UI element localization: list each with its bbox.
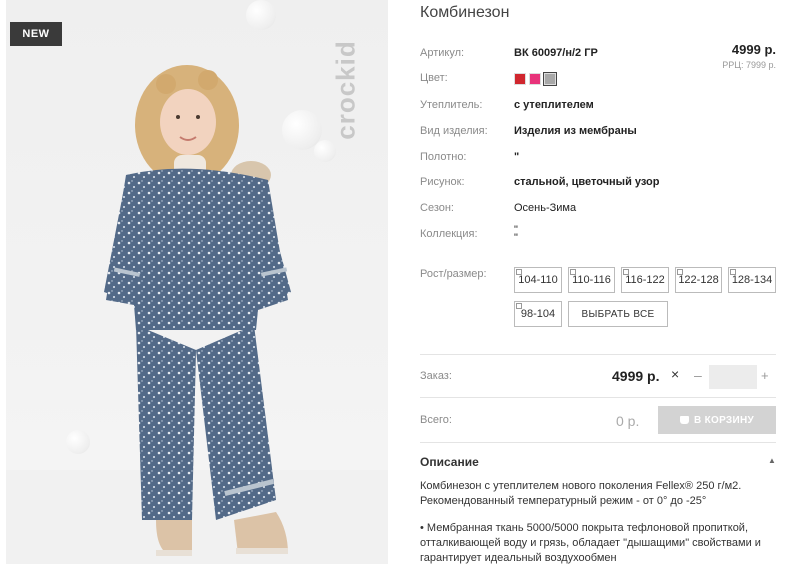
attr-value-collection: " ": [514, 224, 518, 244]
size-option-label: 110-116: [572, 274, 611, 286]
attr-label-product-type: Вид изделия:: [420, 125, 488, 137]
attr-label-fabric: Полотно:: [420, 151, 467, 163]
product-photo[interactable]: NEW crockid: [6, 0, 388, 564]
color-swatch-red[interactable]: [514, 73, 526, 85]
add-to-cart-label: В КОРЗИНУ: [693, 414, 754, 426]
description-line: • Мембранная ткань 5000/5000 покрыта теф…: [420, 522, 749, 534]
size-option-label: 128-134: [731, 274, 773, 286]
attr-label-collection: Коллекция:: [420, 228, 478, 240]
attr-value-fabric: ": [514, 151, 520, 163]
new-badge: NEW: [10, 22, 62, 46]
size-image-icon: [677, 269, 683, 275]
quantity-input[interactable]: [709, 365, 757, 389]
sizes-label: Рост/размер:: [420, 268, 487, 280]
collapse-arrow-icon[interactable]: ▲: [768, 456, 776, 465]
description-line: Рекомендованный температурный режим - от…: [420, 495, 707, 507]
attr-value-product-type: Изделия из мембраны: [514, 125, 637, 137]
attr-value-insulation: с утеплителем: [514, 99, 594, 111]
size-option-label: 98-104: [520, 308, 556, 320]
attr-label-article: Артикул:: [420, 47, 465, 59]
cart-icon: [679, 416, 689, 424]
size-option-104-110[interactable]: 104-110: [514, 267, 562, 293]
total-label: Всего:: [420, 414, 452, 426]
add-to-cart-button[interactable]: В КОРЗИНУ: [658, 406, 776, 434]
description-line: Комбинезон с утеплителем нового поколени…: [420, 480, 742, 492]
description-heading[interactable]: Описание: [420, 455, 479, 469]
increase-quantity-button[interactable]: +: [761, 368, 769, 383]
color-swatch-pink[interactable]: [529, 73, 541, 85]
attr-value-season: Осень-Зима: [514, 202, 577, 214]
order-label: Заказ:: [420, 370, 452, 382]
recommended-price: РРЦ: 7999 р.: [722, 60, 776, 70]
select-all-sizes-button[interactable]: ВЫБРАТЬ ВСЕ: [568, 301, 668, 327]
attr-label-season: Сезон:: [420, 202, 454, 214]
size-image-icon: [516, 269, 522, 275]
product-price: 4999 р.: [731, 42, 776, 57]
size-option-label: 122-128: [678, 274, 719, 286]
decrease-quantity-button[interactable]: –: [694, 367, 702, 383]
size-image-icon: [623, 269, 629, 275]
size-option-98-104[interactable]: 98-104: [514, 301, 562, 327]
divider: [420, 397, 776, 398]
size-image-icon: [730, 269, 736, 275]
size-option-110-116[interactable]: 110-116: [568, 267, 615, 293]
divider: [420, 354, 776, 355]
attr-value-pattern: стальной, цветочный узор: [514, 176, 660, 188]
brand-watermark-text: crockid: [330, 40, 361, 140]
size-option-122-128[interactable]: 122-128: [675, 267, 722, 293]
color-swatch-grey[interactable]: [543, 72, 557, 86]
size-option-label: 104-110: [518, 274, 558, 286]
brand-watermark: crockid: [324, 20, 368, 160]
description-line: отталкивающей воду и грязь, обладает "ды…: [420, 537, 761, 549]
size-image-icon: [516, 303, 522, 309]
order-price: 4999 р.: [612, 368, 660, 384]
description-line: гарантирует идеальный воздухообмен: [420, 552, 617, 564]
total-value: 0 р.: [616, 413, 640, 429]
product-title: Комбинезон: [420, 4, 510, 21]
divider: [420, 442, 776, 443]
attr-value-article: ВК 60097/н/2 ГР: [514, 47, 598, 59]
attr-label-color: Цвет:: [420, 72, 448, 84]
attr-label-pattern: Рисунок:: [420, 176, 465, 188]
size-option-116-122[interactable]: 116-122: [621, 267, 669, 293]
remove-icon[interactable]: ×: [671, 366, 679, 382]
size-image-icon: [570, 269, 576, 275]
size-option-label: 116-122: [625, 274, 665, 286]
attr-label-insulation: Утеплитель:: [420, 99, 483, 111]
size-option-128-134[interactable]: 128-134: [728, 267, 776, 293]
color-swatches: [514, 72, 557, 86]
